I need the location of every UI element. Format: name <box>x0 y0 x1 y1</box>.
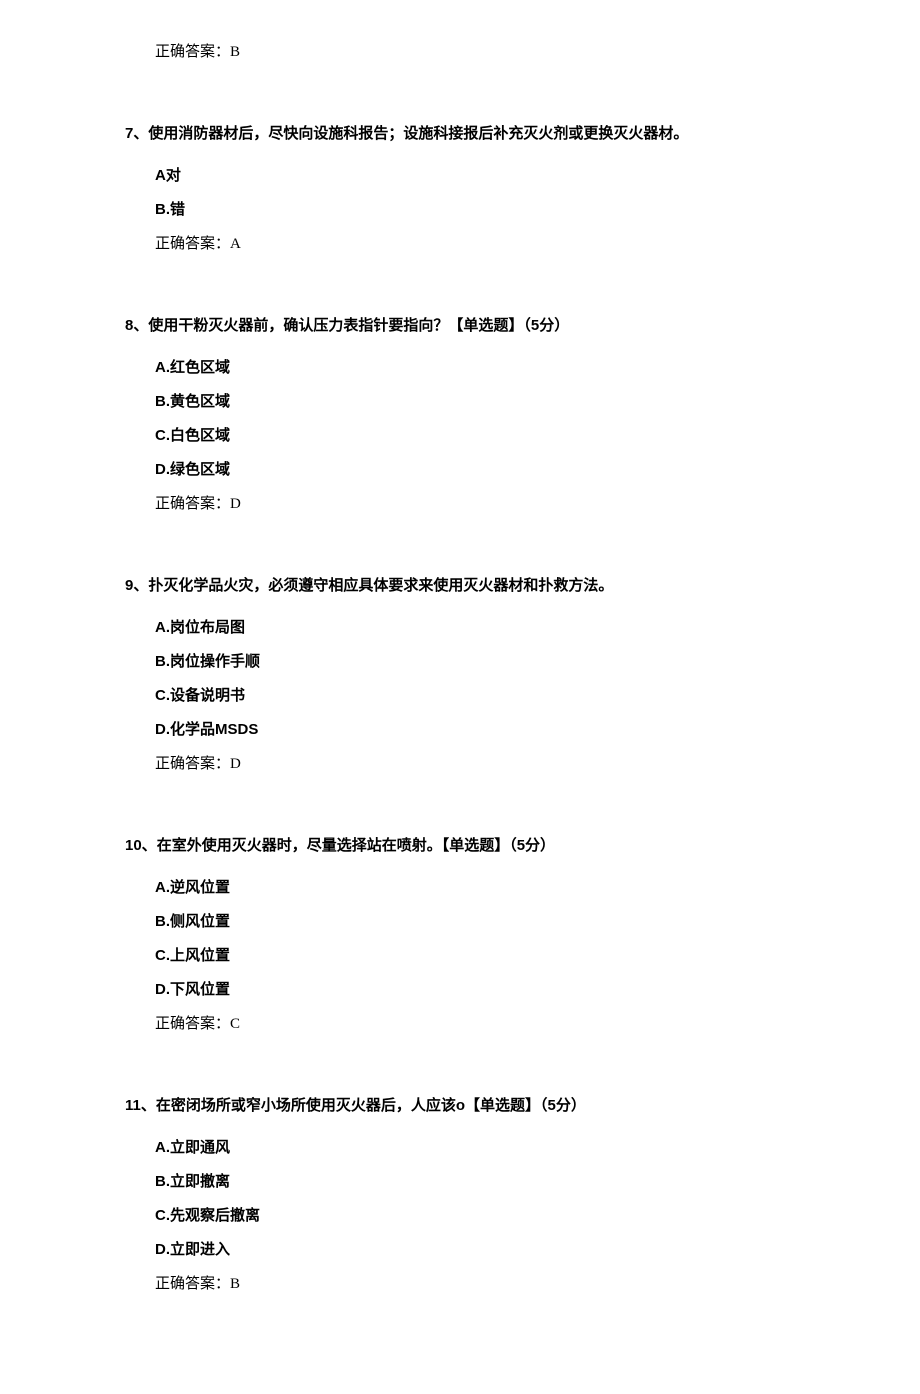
answer-label: 正确答案： <box>155 236 230 252</box>
option-d: D.立即进入 <box>155 1238 840 1262</box>
answer-value: B <box>230 44 240 60</box>
answer-label: 正确答案： <box>155 756 230 772</box>
option-a: A.岗位布局图 <box>155 616 840 640</box>
option-a: A.红色区域 <box>155 356 840 380</box>
question-7: 7、使用消防器材后，尽快向设施科报告；设施科接报后补充灭火剂或更换灭火器材。 A… <box>125 122 840 256</box>
option-b: B.立即撤离 <box>155 1170 840 1194</box>
answer-label: 正确答案： <box>155 496 230 512</box>
options-list: A.逆风位置 B.侧风位置 C.上风位置 D.下风位置 正确答案：C <box>125 876 840 1036</box>
correct-answer: 正确答案：D <box>155 492 840 516</box>
answer-label: 正确答案： <box>155 44 230 60</box>
correct-answer: 正确答案：D <box>155 752 840 776</box>
question-9: 9、扑灭化学品火灾，必须遵守相应具体要求来使用灭火器材和扑救方法。 A.岗位布局… <box>125 574 840 776</box>
option-b: B.侧风位置 <box>155 910 840 934</box>
options-list: A.岗位布局图 B.岗位操作手顺 C.设备说明书 D.化学品MSDS 正确答案：… <box>125 616 840 776</box>
correct-answer: 正确答案：C <box>155 1012 840 1036</box>
question-title: 11、在密闭场所或窄小场所使用灭火器后，人应该o【单选题】（5分） <box>125 1094 840 1118</box>
question-10: 10、在室外使用灭火器时，尽量选择站在喷射。【单选题】（5分） A.逆风位置 B… <box>125 834 840 1036</box>
question-number: 8、 <box>125 317 148 334</box>
option-c: C.上风位置 <box>155 944 840 968</box>
option-d: D.绿色区域 <box>155 458 840 482</box>
question-text: 在室外使用灭火器时，尽量选择站在喷射。【单选题】（5分） <box>157 837 555 854</box>
correct-answer: 正确答案：A <box>155 232 840 256</box>
option-c: C.白色区域 <box>155 424 840 448</box>
question-text: 扑灭化学品火灾，必须遵守相应具体要求来使用灭火器材和扑救方法。 <box>148 577 613 594</box>
q6-answer: 正确答案：B <box>125 40 840 64</box>
answer-label: 正确答案： <box>155 1016 230 1032</box>
option-c: C.先观察后撤离 <box>155 1204 840 1228</box>
question-text: 在密闭场所或窄小场所使用灭火器后，人应该o【单选题】（5分） <box>156 1097 586 1114</box>
option-b: B.岗位操作手顺 <box>155 650 840 674</box>
options-list: A对 B.错 正确答案：A <box>125 164 840 256</box>
question-number: 9、 <box>125 577 148 594</box>
answer-value: B <box>230 1276 240 1292</box>
question-number: 10、 <box>125 837 157 854</box>
question-11: 11、在密闭场所或窄小场所使用灭火器后，人应该o【单选题】（5分） A.立即通风… <box>125 1094 840 1296</box>
answer-label: 正确答案： <box>155 1276 230 1292</box>
question-title: 10、在室外使用灭火器时，尽量选择站在喷射。【单选题】（5分） <box>125 834 840 858</box>
answer-value: A <box>230 236 241 252</box>
option-b: B.黄色区域 <box>155 390 840 414</box>
answer-value: C <box>230 1016 240 1032</box>
option-d: D.下风位置 <box>155 978 840 1002</box>
question-number: 7、 <box>125 125 148 142</box>
option-a: A对 <box>155 164 840 188</box>
question-number: 11、 <box>125 1097 156 1114</box>
question-title: 7、使用消防器材后，尽快向设施科报告；设施科接报后补充灭火剂或更换灭火器材。 <box>125 122 840 146</box>
option-a: A.立即通风 <box>155 1136 840 1160</box>
options-list: A.红色区域 B.黄色区域 C.白色区域 D.绿色区域 正确答案：D <box>125 356 840 516</box>
document-content: 正确答案：B 7、使用消防器材后，尽快向设施科报告；设施科接报后补充灭火剂或更换… <box>0 40 920 1296</box>
option-b: B.错 <box>155 198 840 222</box>
question-text: 使用消防器材后，尽快向设施科报告；设施科接报后补充灭火剂或更换灭火器材。 <box>148 125 688 142</box>
question-title: 8、使用干粉灭火器前，确认压力表指针要指向？【单选题】（5分） <box>125 314 840 338</box>
option-d: D.化学品MSDS <box>155 718 840 742</box>
option-c: C.设备说明书 <box>155 684 840 708</box>
answer-value: D <box>230 756 241 772</box>
correct-answer: 正确答案：B <box>155 1272 840 1296</box>
question-8: 8、使用干粉灭火器前，确认压力表指针要指向？【单选题】（5分） A.红色区域 B… <box>125 314 840 516</box>
question-title: 9、扑灭化学品火灾，必须遵守相应具体要求来使用灭火器材和扑救方法。 <box>125 574 840 598</box>
question-text: 使用干粉灭火器前，确认压力表指针要指向？【单选题】（5分） <box>148 317 569 334</box>
answer-value: D <box>230 496 241 512</box>
options-list: A.立即通风 B.立即撤离 C.先观察后撤离 D.立即进入 正确答案：B <box>125 1136 840 1296</box>
option-a: A.逆风位置 <box>155 876 840 900</box>
